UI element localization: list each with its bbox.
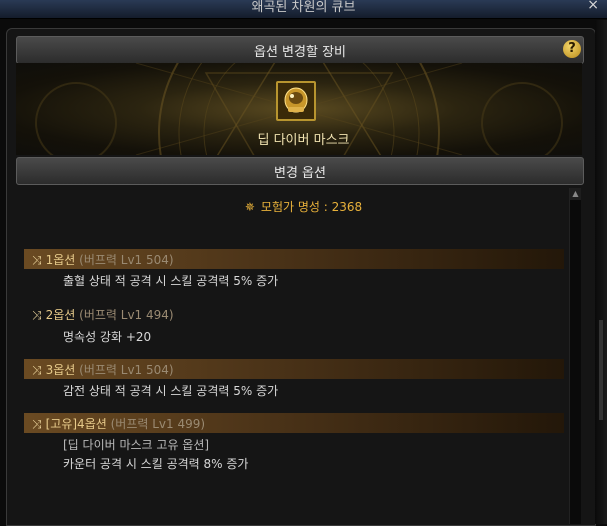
shuffle-icon: ⤨: [32, 417, 42, 431]
diving-mask-icon[interactable]: [276, 81, 316, 121]
option-3-desc: 감전 상태 적 공격 시 스킬 공격력 5% 증가: [63, 384, 279, 398]
help-icon[interactable]: ?: [563, 40, 581, 58]
fame-emblem-icon: ✵: [244, 200, 255, 214]
edge-bar: [599, 320, 603, 420]
shuffle-icon: ⤨: [32, 363, 42, 377]
option-1-title: 1옵션: [45, 253, 76, 267]
shuffle-icon: ⤨: [32, 253, 42, 267]
window-titlebar: 왜곡된 차원의 큐브 ×: [0, 0, 607, 19]
scroll-up-icon[interactable]: ▲: [570, 188, 581, 200]
option-1-desc: 출혈 상태 적 공격 시 스킬 공격력 5% 증가: [63, 274, 279, 288]
shuffle-icon: ⤨: [32, 308, 42, 322]
option-2-desc: 명속성 강화 +20: [63, 330, 152, 344]
option-1-header: ⤨ 1옵션 (버프력 Lv1 504): [32, 251, 174, 268]
change-options-header: 변경 옵션: [16, 157, 584, 185]
close-icon[interactable]: ×: [587, 0, 599, 13]
change-options-title: 변경 옵션: [274, 166, 326, 181]
equipment-header-title: 옵션 변경할 장비: [254, 45, 346, 60]
option-3-buff: (버프력 Lv1 504): [79, 363, 174, 377]
adventurer-fame: ✵ 모험가 명성 : 2368: [0, 198, 607, 215]
option-4-unique-label: [딥 다이버 마스크 고유 옵션]: [63, 438, 210, 452]
options-scrollbar[interactable]: ▲: [569, 188, 581, 524]
option-1-buff: (버프력 Lv1 504): [79, 253, 174, 267]
option-3-header: ⤨ 3옵션 (버프력 Lv1 504): [32, 361, 174, 378]
fame-text: 모험가 명성 : 2368: [260, 200, 363, 214]
window-title: 왜곡된 차원의 큐브: [251, 0, 356, 15]
option-4-desc: 카운터 공격 시 스킬 공격력 8% 증가: [63, 457, 249, 471]
option-2-buff: (버프력 Lv1 494): [79, 308, 174, 322]
background-edge: [595, 20, 607, 524]
option-4-header: ⤨ [고유]4옵션 (버프력 Lv1 499): [32, 415, 205, 432]
item-name: 딥 다이버 마스크: [257, 133, 350, 148]
option-4-title: [고유]4옵션: [45, 417, 107, 431]
equipment-header: 옵션 변경할 장비 ?: [16, 36, 584, 64]
option-2-header: ⤨ 2옵션 (버프력 Lv1 494): [32, 306, 174, 323]
option-4-buff: (버프력 Lv1 499): [110, 417, 206, 431]
option-3-title: 3옵션: [45, 363, 76, 377]
option-2-title: 2옵션: [45, 308, 76, 322]
